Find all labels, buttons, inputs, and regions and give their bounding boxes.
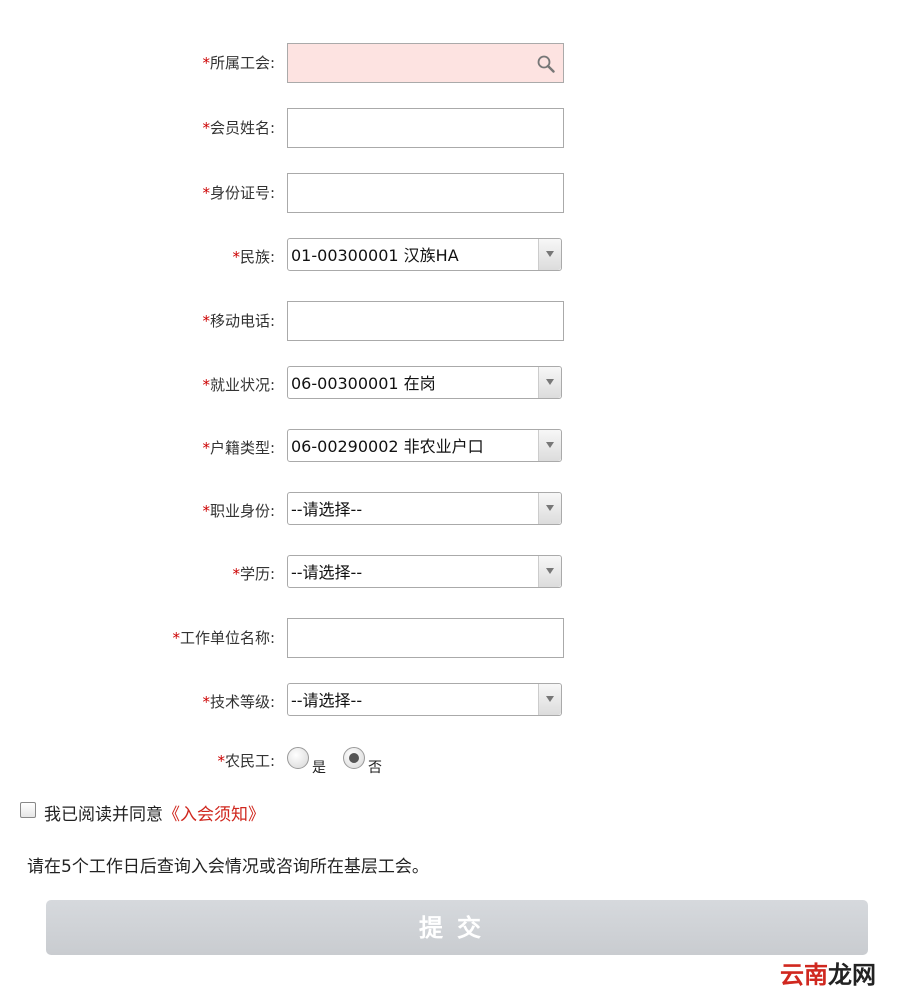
radio-yes[interactable] [287,747,309,769]
form-row-union: *所属工会: [0,43,915,83]
occupation-select[interactable]: --请选择-- [287,492,562,525]
occupation-label: *职业身份: [202,502,275,520]
agreement-text: 我已阅读并同意《入会须知》 [44,800,265,825]
dropdown-arrow-icon[interactable] [538,239,561,270]
radio-selected-dot [349,753,359,763]
education-select[interactable]: --请选择-- [287,555,562,588]
dropdown-arrow-icon[interactable] [538,430,561,461]
form-row-occupation: *职业身份: --请选择-- [0,492,915,532]
form-row-education: *学历: --请选择-- [0,555,915,595]
form-row-skill-level: *技术等级: --请选择-- [0,683,915,723]
ethnicity-select[interactable]: 01-00300001 汉族HA [287,238,562,271]
form-row-ethnicity: *民族: 01-00300001 汉族HA [0,238,915,278]
form-row-employment: *就业状况: 06-00300001 在岗 [0,366,915,406]
migrant-worker-label: *农民工: [217,752,275,770]
radio-no-label: 否 [368,760,382,776]
employment-label: *就业状况: [202,376,275,394]
search-icon[interactable] [537,55,555,73]
membership-notice-link[interactable]: 《入会须知》 [163,805,265,825]
ethnicity-label: *民族: [232,248,275,266]
household-select[interactable]: 06-00290002 非农业户口 [287,429,562,462]
employment-selected-value: 06-00300001 在岗 [291,374,436,393]
member-name-input[interactable] [287,108,564,148]
member-name-label: *会员姓名: [202,119,275,137]
education-label: *学历: [232,565,275,583]
skill-level-select[interactable]: --请选择-- [287,683,562,716]
ethnicity-selected-value: 01-00300001 汉族HA [291,246,459,265]
agreement-label: 我已阅读并同意 [44,805,163,825]
agreement-checkbox[interactable] [20,802,36,818]
id-number-label: *身份证号: [202,184,275,202]
radio-yes-label: 是 [312,760,326,776]
dropdown-arrow-icon[interactable] [538,684,561,715]
form-row-member-name: *会员姓名: [0,108,915,148]
form-row-id-number: *身份证号: [0,173,915,213]
employer-label: *工作单位名称: [172,629,275,647]
form-row-employer: *工作单位名称: [0,618,915,658]
skill-level-selected-value: --请选择-- [291,691,363,710]
mobile-input[interactable] [287,301,564,341]
employer-input[interactable] [287,618,564,658]
education-selected-value: --请选择-- [291,563,363,582]
dropdown-arrow-icon[interactable] [538,367,561,398]
union-label: *所属工会: [202,54,275,72]
household-selected-value: 06-00290002 非农业户口 [291,437,484,456]
household-label: *户籍类型: [202,439,275,457]
mobile-label: *移动电话: [202,312,275,330]
employment-select[interactable]: 06-00300001 在岗 [287,366,562,399]
union-input[interactable] [287,43,564,83]
id-number-input[interactable] [287,173,564,213]
form-row-migrant-worker: *农民工: [0,742,915,782]
dropdown-arrow-icon[interactable] [538,493,561,524]
form-row-mobile: *移动电话: [0,301,915,341]
skill-level-label: *技术等级: [202,693,275,711]
radio-no[interactable] [343,747,365,769]
dropdown-arrow-icon[interactable] [538,556,561,587]
submit-button[interactable]: 提交 [46,900,868,955]
watermark-logo: 云南龙网 [780,961,876,989]
notice-text: 请在5个工作日后查询入会情况或咨询所在基层工会。 [27,857,429,877]
form-row-household: *户籍类型: 06-00290002 非农业户口 [0,429,915,469]
occupation-selected-value: --请选择-- [291,500,363,519]
